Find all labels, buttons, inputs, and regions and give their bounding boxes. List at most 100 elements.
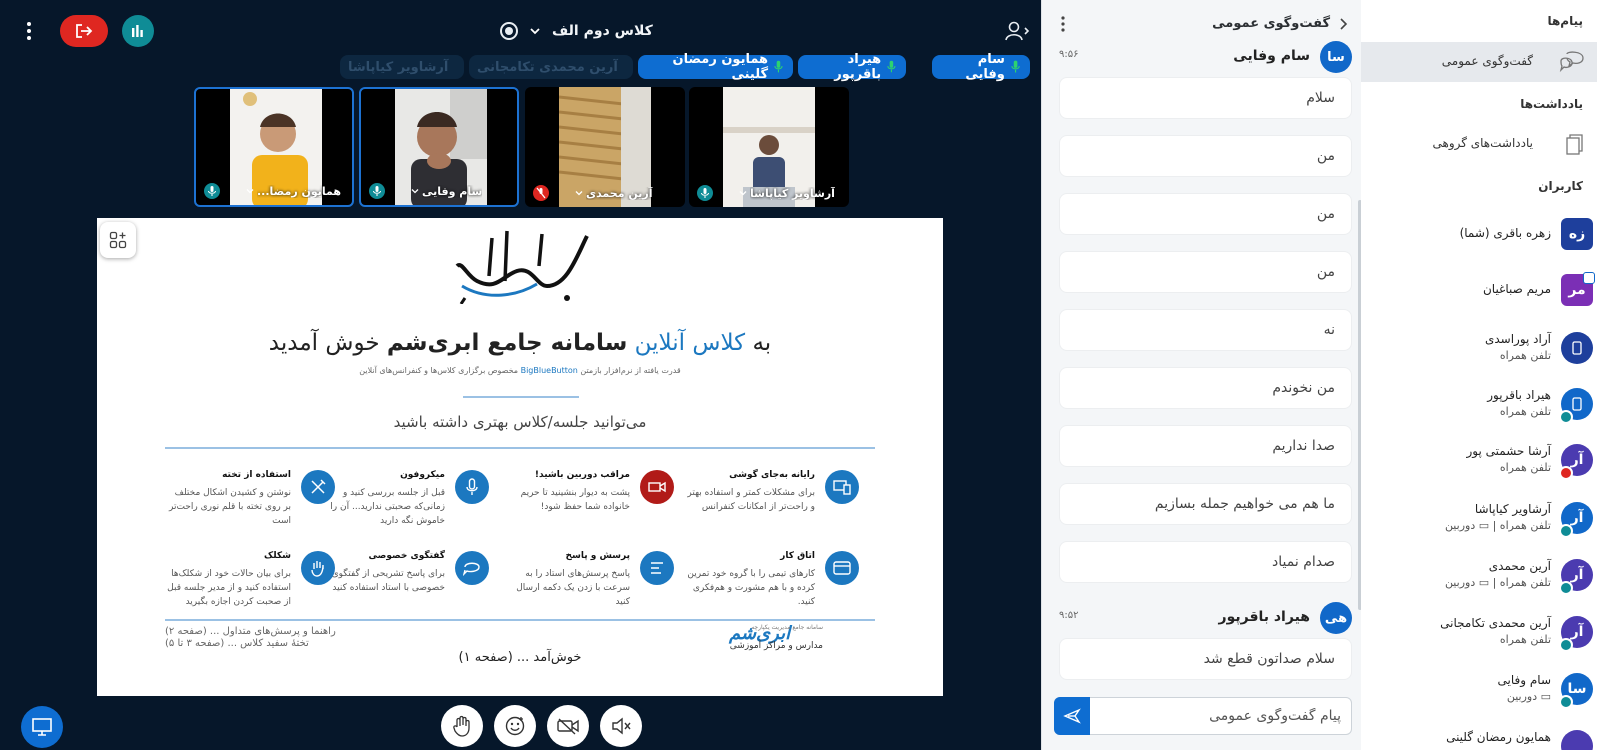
connection-status-button[interactable] [122,15,154,47]
speaker-name: همایون رمضان گلینی [672,52,769,82]
divider [463,396,579,398]
microphone-icon [1011,60,1020,73]
bismillah-calligraphy [455,230,589,304]
user-name: مریم صباغیان [1482,282,1551,296]
chevron-right-icon[interactable] [1338,17,1348,31]
top-bar: کلاس دوم الف [0,12,1041,50]
message-sender: هی هیراد باقرپور ۹:۵۲ [1059,602,1352,634]
toggle-userlist-button[interactable] [1002,18,1032,44]
userlist-panel: پیام‌ها گفت‌وگوی عمومی یادداشت‌ها یادداش… [1361,0,1597,750]
chat-title[interactable]: گفت‌وگوی عمومی [1212,16,1330,31]
raise-hand-button[interactable] [441,705,483,747]
meeting-title[interactable]: کلاس دوم الف [552,23,653,39]
feature-title: رایانه به‌جای گوشی [729,470,815,480]
feature-item: گفتگوی خصوصی برای پاسخ تشریحی از گفتگوی … [317,549,489,619]
message-sender: سا سام وفایی ۹:۵۶ [1059,41,1352,73]
user-name: آرشا حشمتی پور [1466,444,1552,458]
speaker-pill[interactable]: آرشاویر کیاپاشا [340,55,464,79]
user-item[interactable]: آر آرشاویر کیاپاشا تلفن همراه | ▭ دوربین [1361,496,1597,546]
user-name: آرشاویر کیاپاشا [1474,502,1551,516]
reactions-button[interactable] [494,705,536,747]
user-status: تلفن همراه [1499,405,1551,418]
speaker-name: آرشاویر کیاپاشا [348,59,449,75]
chat-panel: گفت‌وگوی عمومی سا سام وفایی ۹:۵۶ سلام من… [1041,0,1362,750]
video-tile[interactable]: همایون رمضا... [194,87,354,207]
feature-item: شکلک برای بیان حالات خود از شکلک‌ها استف… [165,549,335,619]
apps-icon [109,231,127,249]
leave-meeting-button[interactable] [60,15,108,47]
video-tile[interactable]: سام وفایی [359,87,519,207]
notes-icon [1566,134,1583,155]
chevron-down-icon[interactable] [528,24,542,38]
presentation-toggle-button[interactable] [21,706,63,748]
chevron-down-icon [739,191,747,196]
speaker-pill[interactable]: هیراد باقرپور [798,52,906,82]
user-item[interactable]: سا سام وفایی ▭ دوربین [1361,667,1597,717]
presentation-icon [32,718,52,736]
user-item[interactable]: هیراد باقرپور تلفن همراه [1361,382,1597,432]
phone-icon [1572,397,1582,411]
chat-message: من [1059,251,1352,293]
user-status: تلفن همراه [1499,461,1551,474]
feature-title: پرسش و پاسخ [565,551,630,561]
hand-icon [453,715,470,737]
avatar [1561,332,1593,364]
video-tile[interactable]: آرشاویر کیاپاشا [689,87,849,207]
slide-subtitle: می‌توانید جلسه/کلاس بهتری داشته باشید [393,413,647,431]
video-user-name: آرشاویر کیاپاشا [750,186,835,200]
powered-brand: BigBlueButton [520,366,578,375]
video-name-bar[interactable]: همایون رمضا... [246,183,344,199]
feature-item: مراقب دوربین باشید! پشت به دیوار بنشینید… [502,468,674,538]
mic-on-icon [1559,524,1573,538]
headphones-icon [1559,638,1573,652]
video-name-bar[interactable]: سام وفایی [411,183,509,199]
chat-bubbles-icon [1559,51,1584,73]
microphone-icon [774,60,783,73]
phone-icon [1572,341,1582,355]
footer-link: تختهٔ سفید کلاس ... (صفحه ۳ تا ۵) [165,638,309,649]
divider [165,447,875,449]
presentation-options-button[interactable] [100,222,136,258]
powered-by: قدرت یافته از نرم‌افزار بازمتن BigBlueBu… [97,366,943,375]
presentation-slide[interactable]: به کلاس آنلاین سامانه جامع ابری‌شم خوش آ… [97,218,943,696]
speaker-pill[interactable]: همایون رمضان گلینی [638,52,793,82]
user-item[interactable]: مر مریم صباغیان [1361,268,1597,318]
chat-message: نه [1059,309,1352,351]
share-webcam-button[interactable] [547,705,589,747]
welcome-heading: به کلاس آنلاین سامانه جامع ابری‌شم خوش آ… [97,330,943,356]
user-item[interactable]: آراد پوراسدی تلفن همراه [1361,326,1597,376]
chat-icon [455,551,489,585]
join-audio-button[interactable] [600,705,642,747]
feature-title: مراقب دوربین باشید! [534,470,630,480]
shared-notes-item[interactable]: یادداشت‌های گروهی [1361,124,1597,164]
video-name-bar[interactable]: آرشاویر کیاپاشا [739,185,841,201]
user-item[interactable]: آر آرین محمدی تلفن همراه | ▭ دوربین [1361,553,1597,603]
user-item[interactable]: همایون رمضان گلینی [1361,724,1597,750]
chat-options-button[interactable] [1056,14,1070,34]
speaker-pill[interactable]: آرین محمدی تکامجانی [469,55,633,79]
video-tile[interactable]: آرین محمدی [525,87,685,207]
user-item[interactable]: آر آرشا حشمتی پور تلفن همراه [1361,438,1597,488]
video-name-bar[interactable]: آرین محمدی [575,185,677,201]
feature-desc: قبل از جلسه بررسی کنید و زمانی‌که صحبتی … [330,488,445,526]
feature-title: شکلک [264,551,291,561]
camera-off-icon [557,718,579,735]
mic-off-icon [533,185,549,201]
chat-message-input[interactable] [1101,698,1341,734]
feature-item: میکروفون قبل از جلسه بررسی کنید و زمانی‌… [317,468,489,538]
user-item[interactable]: آر آرین محمدی تکامجانی تلفن همراه [1361,610,1597,660]
feature-item: استفاده از تخته نوشتن و کشیدن اشکال مختل… [165,468,335,538]
options-button[interactable] [16,18,42,44]
chat-message: سلام صداتون قطع شد [1059,638,1352,680]
public-chat-item[interactable]: گفت‌وگوی عمومی [1361,42,1597,82]
user-item[interactable]: زه زهره باقری (شما) [1361,212,1597,262]
feature-title: استفاده از تخته [222,470,291,480]
user-name: آرین محمدی [1488,559,1551,573]
user-status: تلفن همراه | ▭ دوربین [1444,576,1551,589]
speaker-name: هیراد باقرپور [834,52,882,82]
record-icon[interactable] [500,22,518,40]
chat-message: من [1059,193,1352,235]
speaker-pill[interactable]: سام وفایی [932,52,1030,82]
send-button[interactable] [1054,697,1090,735]
chat-input-box [1054,697,1352,735]
